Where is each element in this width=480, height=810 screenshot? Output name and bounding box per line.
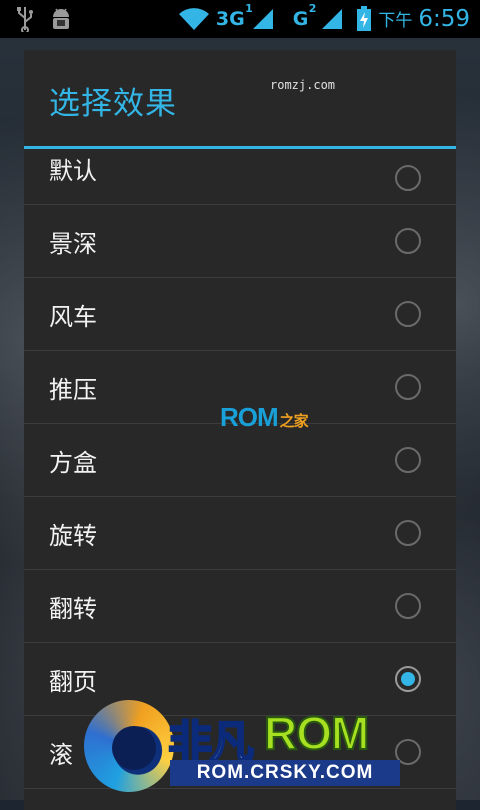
radio-button[interactable] (395, 374, 421, 400)
header-watermark: romzj.com (270, 78, 336, 92)
swirl-logo-icon (84, 700, 174, 792)
usb-icon (17, 7, 33, 32)
option-label: 景深 (49, 229, 97, 258)
romzj-watermark-logo: ROM 之家 (220, 402, 309, 432)
wifi-icon (178, 8, 209, 30)
option-depth[interactable]: 景深 (24, 205, 456, 278)
effect-options-list: 默认 景深 风车 推压 方盒 旋转 翻转 翻页 滚 (24, 149, 456, 789)
option-label: 风车 (49, 302, 97, 331)
option-default[interactable]: 默认 (24, 149, 456, 205)
option-flip[interactable]: 翻转 (24, 570, 456, 643)
dialog-header: 选择效果 romzj.com (24, 50, 456, 149)
android-debug-icon (53, 8, 69, 29)
radio-button[interactable] (395, 593, 421, 619)
option-label: 翻页 (49, 667, 97, 696)
radio-button[interactable] (395, 520, 421, 546)
option-label: 翻转 (49, 594, 97, 623)
dialog-title: 选择效果 (49, 86, 177, 122)
option-label: 推压 (49, 375, 97, 404)
brand-rom-text: ROM (263, 706, 370, 760)
radio-button[interactable] (395, 447, 421, 473)
brand-url: ROM.CRSKY.COM (170, 760, 400, 786)
signal-icon-sim1 (252, 9, 273, 29)
option-label: 滚 (49, 740, 73, 769)
radio-button[interactable] (395, 165, 421, 191)
option-label: 默认 (49, 157, 97, 185)
option-label: 方盒 (49, 448, 97, 477)
option-rotate[interactable]: 旋转 (24, 497, 456, 570)
network-type-sim2: G2 (292, 2, 317, 30)
network-type-sim1: 3G 1 (215, 2, 253, 30)
radio-button[interactable] (395, 228, 421, 254)
status-bar: 3G 1 G2 下午 6:59 (0, 0, 480, 38)
signal-icon-sim2 (322, 9, 343, 29)
option-windmill[interactable]: 风车 (24, 278, 456, 351)
radio-button-checked[interactable] (395, 666, 421, 692)
clock: 下午 6:59 (378, 6, 470, 32)
option-cube[interactable]: 方盒 (24, 424, 456, 497)
battery-charging-icon (357, 6, 372, 31)
radio-button[interactable] (395, 301, 421, 327)
crsky-rom-watermark: 非凡 ROM ROM.CRSKY.COM (84, 700, 404, 792)
option-label: 旋转 (49, 521, 97, 550)
